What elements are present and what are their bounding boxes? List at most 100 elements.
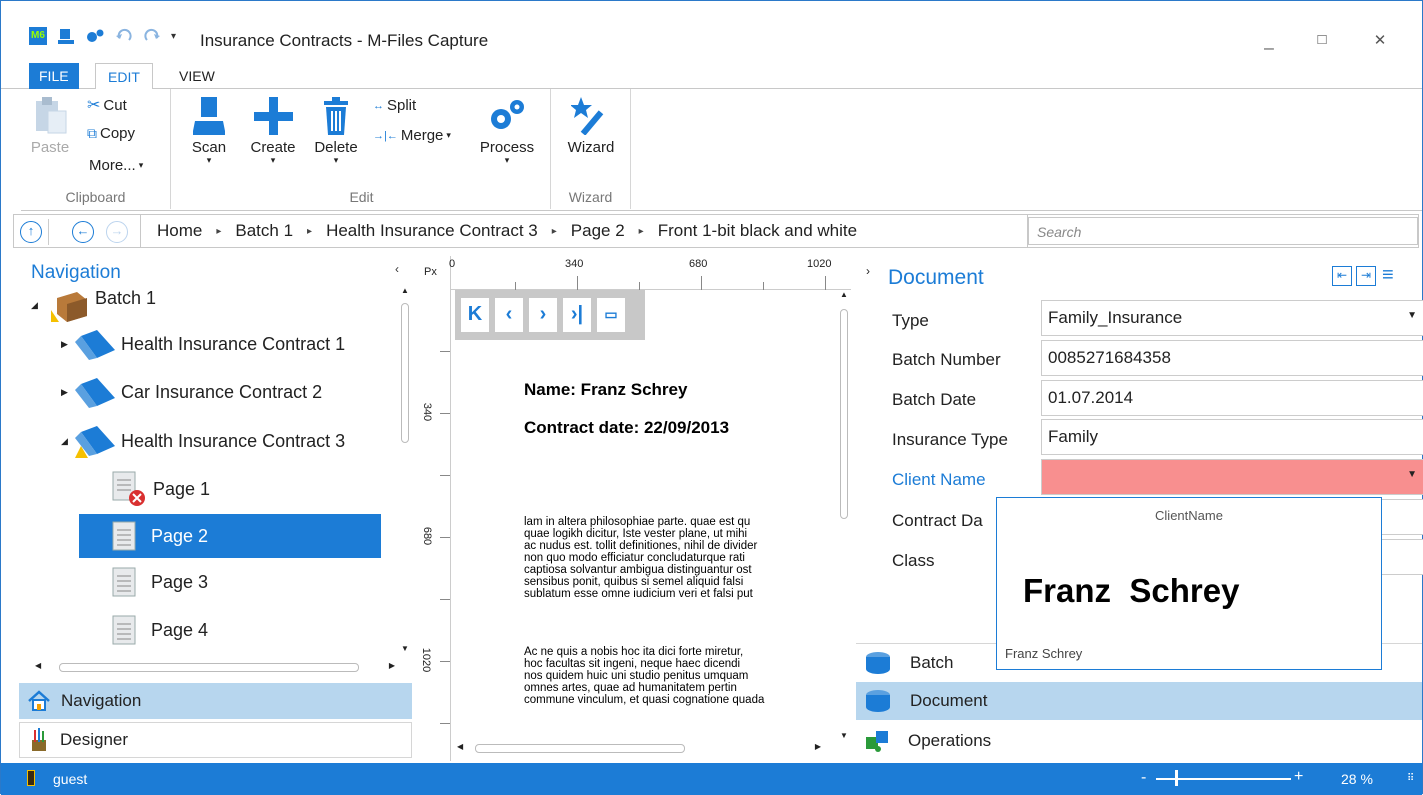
- paragraph-line: captiosa solvantur ambigua distinguantur…: [524, 564, 752, 576]
- undo-icon[interactable]: [115, 28, 133, 44]
- scroll-thumb[interactable]: [475, 744, 685, 753]
- collapse-right-icon[interactable]: ⇥: [1356, 266, 1376, 286]
- tab-file[interactable]: FILE: [29, 63, 79, 89]
- forward-button[interactable]: →: [106, 221, 128, 243]
- ruler-tick-label: 680: [421, 526, 434, 546]
- up-button[interactable]: ↑: [20, 221, 42, 243]
- expand-pane-icon[interactable]: ›: [866, 264, 870, 278]
- client-name-snippet-popup: ClientName Franz Schrey Franz Schrey: [996, 497, 1382, 670]
- breadcrumb-page[interactable]: Page 2: [571, 221, 625, 241]
- tree-node-health-contract-1[interactable]: ▶ Health Insurance Contract 1: [61, 328, 345, 360]
- tree-vertical-scrollbar[interactable]: ▲ ▼: [398, 286, 412, 661]
- breadcrumb-contract[interactable]: Health Insurance Contract 3: [326, 221, 538, 241]
- scroll-down-icon[interactable]: ▼: [837, 731, 851, 740]
- document-folder-icon: [75, 378, 115, 408]
- zoom-in-button[interactable]: +: [1294, 768, 1303, 786]
- copy-button[interactable]: ⧉ Copy: [87, 125, 135, 142]
- scroll-up-icon[interactable]: ▲: [837, 290, 851, 299]
- tree-node-page-2[interactable]: Page 2: [79, 514, 381, 558]
- pane-navigation-button[interactable]: Navigation: [19, 683, 412, 719]
- scroll-up-icon[interactable]: ▲: [398, 286, 412, 295]
- breadcrumb-batch[interactable]: Batch 1: [235, 221, 293, 241]
- breadcrumb-image[interactable]: Front 1-bit black and white: [658, 221, 857, 241]
- paragraph-line: hoc facultas sit ingeni, neque haec dice…: [524, 658, 741, 670]
- scroll-left-icon[interactable]: ◀: [457, 742, 463, 751]
- scroll-thumb[interactable]: [59, 663, 359, 672]
- merge-button[interactable]: →|← Merge ▾: [373, 127, 451, 144]
- collapsed-arrow-icon[interactable]: ▶: [61, 339, 75, 350]
- scan-icon[interactable]: [57, 27, 75, 45]
- tree-node-page-1[interactable]: Page 1: [111, 470, 210, 508]
- cut-button[interactable]: ✂ Cut: [87, 95, 127, 115]
- section-document-button[interactable]: Document: [856, 682, 1422, 720]
- tree-node-page-4[interactable]: Page 4: [111, 614, 208, 646]
- back-button[interactable]: ←: [72, 221, 94, 243]
- page-icon: [112, 615, 136, 645]
- next-page-button[interactable]: ›: [529, 298, 557, 332]
- ruler-tick: [639, 282, 640, 290]
- fit-page-button[interactable]: ▭: [597, 298, 625, 332]
- tree-node-batch[interactable]: ◢ Batch 1: [31, 288, 156, 322]
- expanded-arrow-icon[interactable]: ◢: [61, 436, 75, 447]
- viewer-vertical-scrollbar[interactable]: ▲ ▼: [837, 290, 851, 740]
- tab-edit[interactable]: EDIT: [95, 63, 153, 90]
- collapse-pane-icon[interactable]: ‹: [395, 262, 399, 276]
- tab-view[interactable]: VIEW: [167, 63, 227, 89]
- pane-designer-button[interactable]: Designer: [19, 722, 412, 758]
- scroll-thumb[interactable]: [840, 309, 848, 519]
- edit-group-label: Edit: [349, 189, 374, 205]
- more-button[interactable]: More... ▾: [89, 157, 143, 174]
- scroll-thumb[interactable]: [401, 303, 409, 443]
- paste-button[interactable]: Paste: [27, 95, 73, 156]
- close-button[interactable]: ✕: [1365, 31, 1395, 49]
- process-button[interactable]: Process ▾: [475, 95, 539, 165]
- redo-icon[interactable]: [143, 28, 161, 44]
- maximize-button[interactable]: □: [1307, 31, 1337, 48]
- collapsed-arrow-icon[interactable]: ▶: [61, 387, 75, 398]
- zoom-out-button[interactable]: -: [1141, 769, 1146, 787]
- field-type-select[interactable]: Family_Insurance ▼: [1041, 300, 1423, 336]
- tree-label: Page 4: [151, 619, 209, 640]
- collapse-left-icon[interactable]: ⇤: [1332, 266, 1352, 286]
- customize-quick-access-icon[interactable]: ▾: [171, 31, 176, 42]
- section-operations-button[interactable]: Operations: [856, 722, 1422, 760]
- chevron-down-icon[interactable]: ▼: [1407, 310, 1417, 321]
- menu-icon[interactable]: ≡: [1382, 265, 1402, 286]
- wizard-button[interactable]: Wizard: [561, 95, 621, 156]
- field-batch-number-input[interactable]: 0085271684358: [1041, 340, 1423, 376]
- scan-button[interactable]: Scan ▾: [187, 95, 231, 165]
- expanded-arrow-icon[interactable]: ◢: [31, 300, 45, 311]
- tree-node-car-contract-2[interactable]: ▶ Car Insurance Contract 2: [61, 376, 322, 408]
- resize-grip-icon[interactable]: ⠿: [1407, 773, 1414, 784]
- first-page-button[interactable]: K: [461, 298, 489, 332]
- scroll-down-icon[interactable]: ▼: [398, 644, 412, 653]
- previous-page-button[interactable]: ‹: [495, 298, 523, 332]
- scroll-right-icon[interactable]: ▶: [815, 742, 821, 751]
- chevron-down-icon[interactable]: ▼: [1407, 469, 1417, 480]
- pencil-cup-icon: [32, 728, 46, 751]
- scroll-left-icon[interactable]: ◀: [35, 661, 41, 670]
- tree-node-health-contract-3[interactable]: ◢ Health Insurance Contract 3: [61, 424, 345, 458]
- zoom-level: 28 %: [1341, 771, 1373, 787]
- zoom-slider-thumb[interactable]: [1175, 770, 1178, 786]
- last-page-button[interactable]: ›|: [563, 298, 591, 332]
- viewer-horizontal-scrollbar[interactable]: ◀ ▶: [455, 742, 835, 756]
- breadcrumb-home[interactable]: Home: [157, 221, 202, 241]
- split-button[interactable]: ↔ Split: [373, 97, 416, 114]
- field-insurance-type-input[interactable]: Family: [1041, 419, 1423, 455]
- document-folder-warning-icon: [75, 426, 115, 458]
- process-icon[interactable]: [85, 28, 105, 44]
- minimize-button[interactable]: _: [1254, 31, 1284, 51]
- scroll-right-icon[interactable]: ▶: [389, 661, 395, 670]
- app-logo-icon: M6: [29, 27, 47, 45]
- create-button[interactable]: Create ▾: [245, 95, 301, 165]
- tree-horizontal-scrollbar[interactable]: ◀ ▶: [35, 661, 395, 675]
- search-input[interactable]: Search: [1028, 217, 1418, 245]
- image-viewer[interactable]: K ‹ › ›| ▭ Name: Franz Schrey Contract d…: [451, 290, 851, 761]
- field-label-batch-date: Batch Date: [892, 390, 977, 409]
- delete-button[interactable]: Delete ▾: [309, 95, 363, 165]
- tree-node-page-3[interactable]: Page 3: [111, 566, 208, 598]
- field-label-insurance-type: Insurance Type: [892, 430, 1008, 449]
- field-client-name-select[interactable]: ▼: [1041, 459, 1423, 495]
- field-batch-date-input[interactable]: 01.07.2014: [1041, 380, 1423, 416]
